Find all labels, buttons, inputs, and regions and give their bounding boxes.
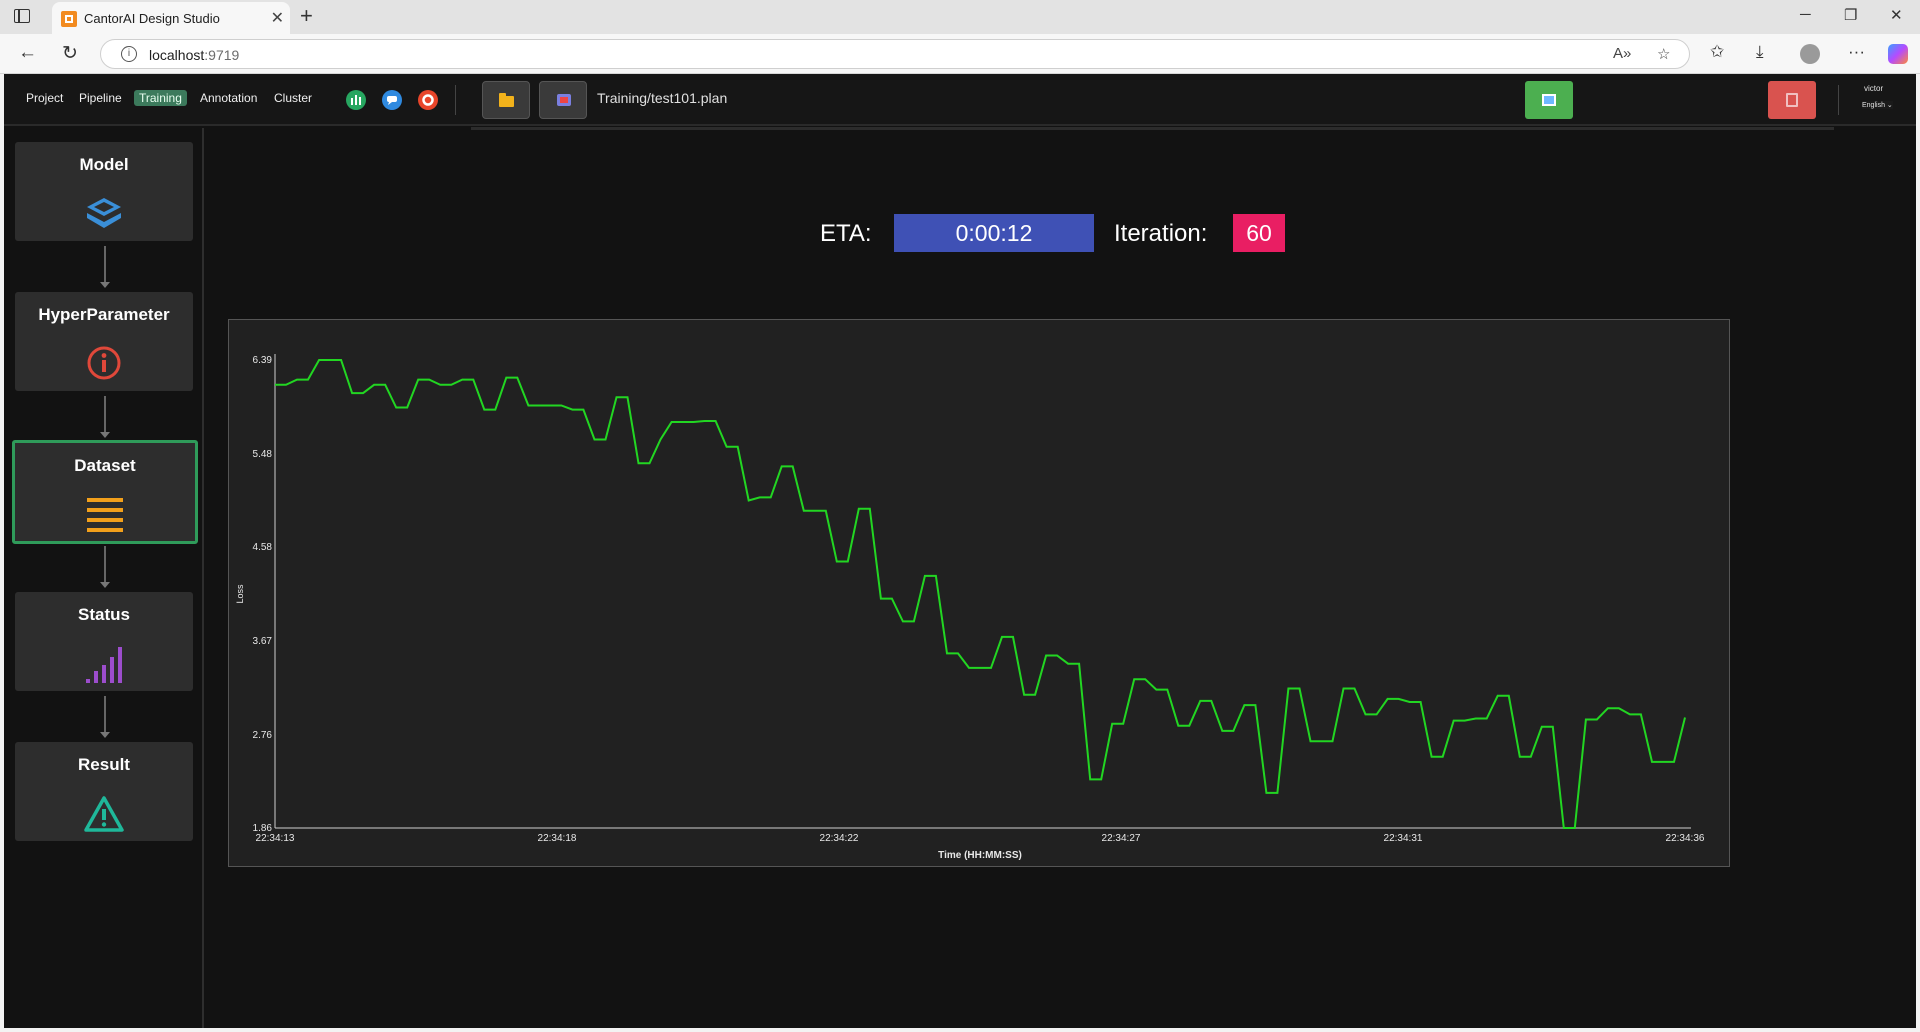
step-connector	[100, 396, 110, 438]
minimize-icon[interactable]: ─	[1800, 6, 1811, 23]
x-tick-label: 22:34:22	[820, 833, 859, 844]
toolbar-separator	[455, 85, 456, 115]
training-steps-sidebar: Model HyperParameter Dataset Status Resu…	[4, 128, 204, 1028]
app-root: Project Pipeline Training Annotation Clu…	[4, 74, 1916, 1028]
x-tick-label: 22:34:27	[1102, 833, 1141, 844]
reload-icon[interactable]: ↻	[62, 42, 78, 65]
folder-icon	[499, 93, 514, 107]
eta-value: 0:00:12	[894, 214, 1094, 252]
new-tab-icon[interactable]: +	[300, 3, 313, 29]
horizontal-scroll-indicator	[471, 127, 1834, 130]
step-result[interactable]: Result	[15, 742, 193, 841]
url-field[interactable]: i localhost:9719 A» ☆	[100, 39, 1690, 69]
iteration-value: 60	[1233, 214, 1285, 252]
close-window-icon[interactable]: ✕	[1890, 6, 1903, 24]
tab-close-icon[interactable]: ✕	[271, 8, 284, 28]
top-navigation: Project Pipeline Training Annotation Clu…	[4, 74, 1916, 126]
delete-button[interactable]	[1768, 81, 1816, 119]
warning-triangle-icon	[83, 795, 125, 838]
open-folder-button[interactable]	[482, 81, 530, 119]
menu-project[interactable]: Project	[26, 91, 63, 105]
iteration-label: Iteration:	[1114, 220, 1208, 247]
step-connector	[100, 246, 110, 288]
step-model[interactable]: Model	[15, 142, 193, 241]
x-tick-label: 22:34:18	[538, 833, 577, 844]
x-tick-label: 22:34:36	[1666, 833, 1705, 844]
y-tick-label: 5.48	[253, 449, 273, 460]
eta-label: ETA:	[820, 220, 872, 247]
language-value: English	[1862, 102, 1885, 109]
step-dataset[interactable]: Dataset	[12, 440, 198, 544]
y-tick-label: 4.58	[253, 542, 273, 553]
favorites-icon[interactable]: ✩	[1710, 42, 1724, 62]
x-tick-label: 22:34:13	[256, 833, 295, 844]
x-axis-title: Time (HH:MM:SS)	[938, 850, 1022, 861]
list-icon	[86, 496, 124, 541]
language-select[interactable]: English ⌄	[1862, 101, 1893, 109]
step-status[interactable]: Status	[15, 592, 193, 691]
read-aloud-icon[interactable]: A»	[1613, 45, 1631, 62]
signal-bars-icon	[84, 645, 124, 690]
y-tick-label: 3.67	[253, 636, 273, 647]
stop-square-icon	[1542, 94, 1556, 106]
plan-file-path: Training/test101.plan	[597, 90, 728, 106]
downloads-icon[interactable]: ⤓	[1756, 42, 1764, 62]
step-connector	[100, 696, 110, 738]
y-tick-label: 2.76	[253, 730, 273, 741]
address-bar-row: ← ↻ i localhost:9719 A» ☆ ✩ ⤓ ···	[0, 34, 1920, 74]
step-hyperparameter[interactable]: HyperParameter	[15, 292, 193, 391]
url-text: localhost:9719	[149, 47, 239, 63]
profile-avatar-icon[interactable]	[1800, 44, 1820, 64]
url-host: localhost	[149, 47, 205, 63]
y-axis-title: Loss	[235, 584, 245, 604]
step-title: HyperParameter	[38, 305, 170, 324]
step-title: Dataset	[74, 456, 136, 475]
browser-tab[interactable]: CantorAI Design Studio ✕	[52, 2, 290, 34]
chart-bars-icon[interactable]	[346, 90, 366, 110]
back-icon[interactable]: ←	[18, 42, 37, 64]
site-info-icon[interactable]: i	[121, 46, 137, 62]
url-port: :9719	[204, 47, 240, 63]
menu-pipeline[interactable]: Pipeline	[79, 91, 122, 105]
step-title: Model	[79, 155, 129, 174]
step-connector	[100, 546, 110, 588]
loss-chart: 1.862.763.674.585.486.3922:34:13 22:34:18…	[235, 354, 1705, 861]
copilot-icon[interactable]	[1888, 44, 1908, 64]
favorite-star-icon[interactable]: ☆	[1657, 45, 1670, 63]
tab-title: CantorAI Design Studio	[84, 11, 220, 26]
app-favicon-icon	[61, 11, 77, 27]
browser-tab-strip: CantorAI Design Studio ✕ + ─ ❐ ✕	[0, 0, 1920, 34]
user-name[interactable]: victor	[1864, 84, 1883, 93]
preview-button[interactable]	[539, 81, 587, 119]
chat-bubble-icon[interactable]	[382, 90, 402, 110]
tab-actions-icon[interactable]	[14, 9, 30, 23]
toolbar-separator-right	[1838, 85, 1839, 115]
layers-icon	[84, 195, 124, 236]
monitor-icon	[557, 94, 571, 106]
stop-training-button[interactable]	[1525, 81, 1573, 119]
y-tick-label: 6.39	[253, 355, 273, 366]
info-circle-icon	[86, 345, 122, 386]
menu-annotation[interactable]: Annotation	[200, 91, 257, 105]
menu-training[interactable]: Training	[134, 90, 187, 106]
more-menu-icon[interactable]: ···	[1848, 42, 1865, 62]
x-tick-label: 22:34:31	[1384, 833, 1423, 844]
step-title: Status	[78, 605, 130, 624]
step-title: Result	[78, 755, 130, 774]
loss-chart-panel: 1.86 2.76 3.67 4.58 5.48 6.39 22:34:13 22:34:18…	[228, 319, 1730, 867]
restore-icon[interactable]: ❐	[1844, 6, 1857, 24]
loss-series-line	[275, 359, 1686, 829]
help-lifebuoy-icon[interactable]	[418, 90, 438, 110]
trash-icon	[1786, 93, 1798, 107]
menu-cluster[interactable]: Cluster	[274, 91, 312, 105]
